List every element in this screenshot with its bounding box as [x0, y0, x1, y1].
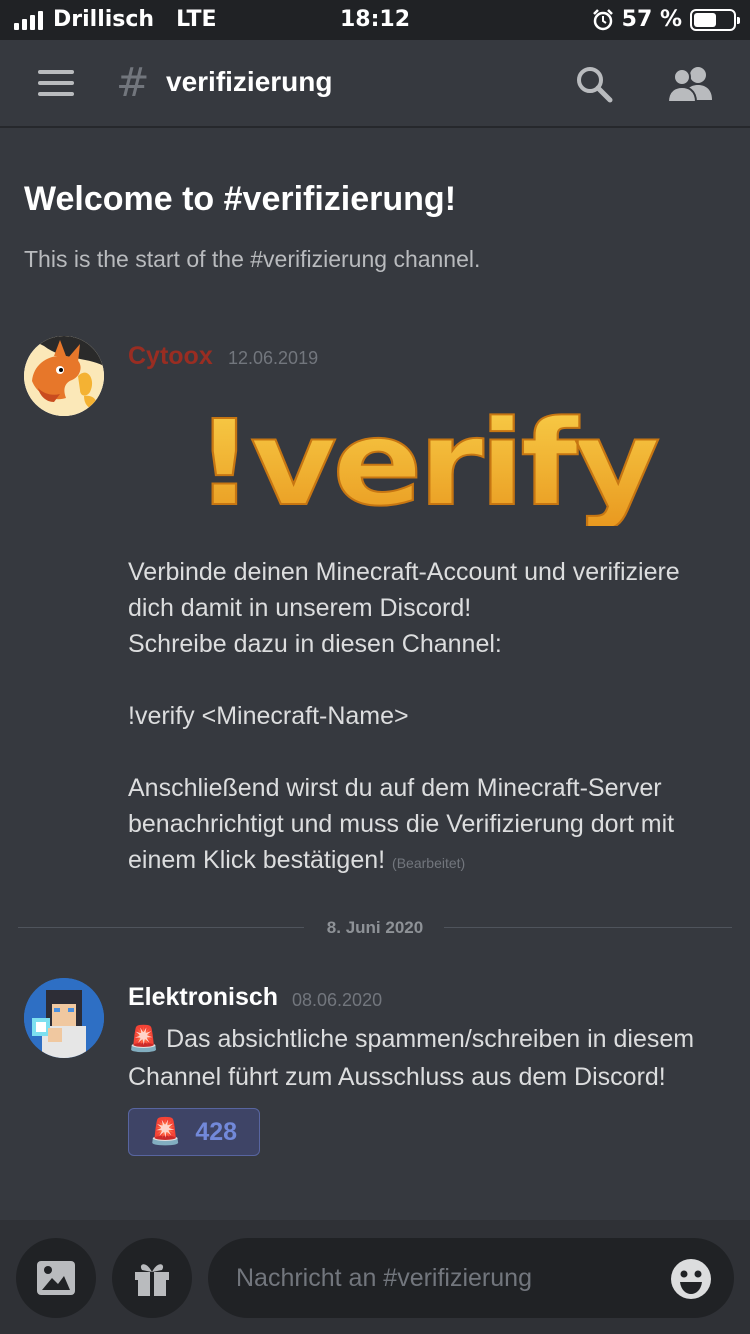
message-author[interactable]: Cytoox	[128, 342, 213, 371]
reaction-count: 428	[195, 1117, 238, 1146]
avatar[interactable]	[24, 336, 104, 416]
battery-fill	[694, 12, 716, 27]
message-content: Verbinde deinen Minecraft-Account und ve…	[128, 554, 738, 881]
menu-icon[interactable]	[38, 70, 74, 96]
message-text: 🚨 Das absichtliche spammen/schreiben in …	[128, 1025, 695, 1091]
emoji-icon[interactable]	[670, 1258, 712, 1300]
members-icon[interactable]	[666, 64, 714, 104]
avatar[interactable]	[24, 978, 104, 1058]
gift-icon	[135, 1264, 169, 1296]
battery-percent: 57 %	[621, 7, 682, 32]
welcome-title: Welcome to #verifizierung!	[24, 180, 457, 218]
date-divider: 8. Juni 2020	[18, 914, 732, 942]
alarm-icon	[592, 8, 613, 30]
message-composer	[0, 1220, 750, 1334]
search-icon[interactable]	[574, 64, 614, 104]
image-icon	[37, 1261, 75, 1295]
channel-header: # verifizierung	[0, 40, 750, 128]
message-timestamp: 08.06.2020	[292, 990, 383, 1010]
reaction-button[interactable]: 🚨 428	[128, 1108, 260, 1156]
hash-icon: #	[116, 60, 150, 106]
battery-icon	[690, 8, 740, 31]
message-text: Verbinde deinen Minecraft-Account und ve…	[128, 558, 680, 874]
siren-icon: 🚨	[149, 1117, 182, 1147]
message-input[interactable]	[208, 1238, 734, 1318]
message-author[interactable]: Elektronisch	[128, 983, 278, 1012]
welcome-subtitle: This is the start of the #verifizierung …	[24, 246, 481, 272]
verify-banner-image: !verify	[194, 396, 663, 526]
verify-banner-text: !verify	[194, 396, 658, 526]
edited-label: (Bearbeitet)	[392, 855, 466, 871]
dragon-avatar-icon	[24, 336, 104, 416]
message-timestamp: 12.06.2019	[228, 348, 319, 368]
date-divider-label: 8. Juni 2020	[326, 918, 424, 937]
minecraft-avatar-icon	[24, 978, 104, 1058]
status-right: 57 %	[592, 7, 740, 32]
channel-title: verifizierung	[166, 66, 333, 97]
gift-button[interactable]	[112, 1238, 192, 1318]
status-bar: Drillisch LTE 18:12 57 %	[0, 0, 750, 40]
image-upload-button[interactable]	[16, 1238, 96, 1318]
